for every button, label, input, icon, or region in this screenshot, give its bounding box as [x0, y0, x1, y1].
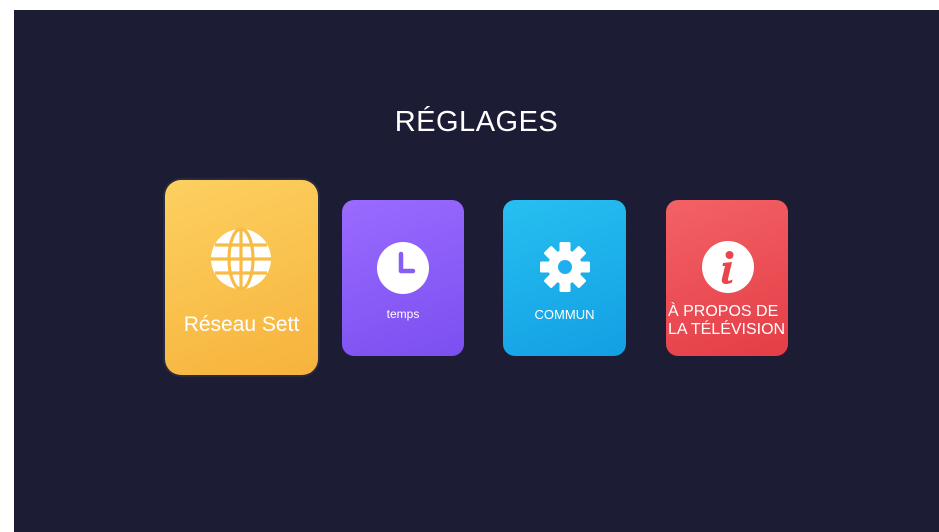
tile-general-settings[interactable]: COMMUN [503, 200, 626, 356]
info-icon [702, 241, 754, 293]
globe-icon [211, 227, 271, 291]
tile-about-label-line-2: LA TÉLÉVISION [668, 321, 786, 338]
tile-time-label: temps [386, 307, 420, 321]
settings-screen: RÉGLAGES Réseau Sett temps COMMUN À PROP… [14, 10, 939, 532]
tile-general-label: COMMUN [534, 307, 595, 322]
tile-about-label-line-1: À PROPOS DE [668, 303, 779, 320]
page-title: RÉGLAGES [394, 106, 559, 138]
tile-network-label: Réseau Sett [183, 313, 300, 336]
gear-icon [540, 242, 590, 292]
tile-time-settings[interactable]: temps [342, 200, 464, 356]
tile-network-settings[interactable]: Réseau Sett [165, 180, 318, 375]
tile-about-tv[interactable]: À PROPOS DE LA TÉLÉVISION [666, 200, 788, 356]
clock-icon [377, 242, 429, 294]
